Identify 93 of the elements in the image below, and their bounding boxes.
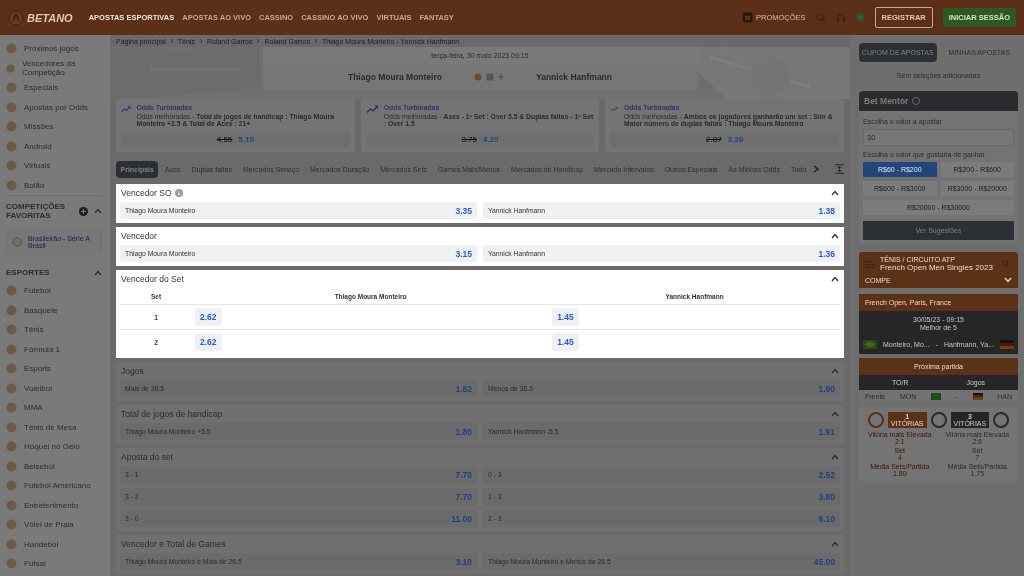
dot-icon bbox=[6, 441, 17, 453]
trending-up-icon bbox=[365, 104, 378, 114]
mentor-title: Bet Mentor bbox=[864, 96, 909, 106]
ring-icon bbox=[992, 411, 1011, 429]
flag-icon bbox=[863, 340, 877, 349]
sidebar-item[interactable]: Futebol Americano bbox=[24, 481, 91, 491]
dot-icon bbox=[6, 480, 17, 492]
sidebar-item[interactable]: Handebol bbox=[24, 539, 59, 549]
market-title: Jogos bbox=[121, 366, 144, 376]
stats-icon[interactable] bbox=[485, 73, 494, 81]
ball-icon bbox=[12, 237, 22, 247]
next-icon[interactable] bbox=[812, 165, 819, 173]
dot-icon bbox=[6, 363, 17, 375]
ring-icon bbox=[929, 411, 948, 429]
dot-icon bbox=[6, 421, 17, 433]
dot-icon bbox=[6, 285, 17, 297]
market-title: Vencedor do Set bbox=[121, 274, 184, 284]
odds-button[interactable]: 2.62 bbox=[195, 308, 222, 326]
sidebar-item[interactable]: Esports bbox=[24, 364, 52, 374]
odds-button[interactable]: 2.62 bbox=[195, 333, 222, 351]
collapse-icon[interactable] bbox=[835, 164, 844, 174]
logo-icon[interactable] bbox=[8, 9, 24, 26]
dot-icon bbox=[6, 140, 17, 152]
chevron-icon[interactable] bbox=[831, 190, 839, 196]
dot-icon bbox=[6, 343, 17, 355]
dot-icon bbox=[6, 402, 17, 414]
dot-icon bbox=[6, 160, 17, 172]
dot-icon bbox=[6, 460, 17, 472]
dot-icon bbox=[6, 382, 17, 394]
info-icon[interactable] bbox=[912, 97, 921, 105]
dot-icon bbox=[6, 179, 17, 191]
dot-icon bbox=[6, 519, 17, 531]
sidebar-item[interactable]: Próximos jogos bbox=[24, 44, 79, 54]
flag-icon bbox=[999, 340, 1014, 349]
team-name: Thiago Moura Monteiro bbox=[348, 72, 442, 82]
chevron-icon bbox=[169, 38, 174, 44]
sidebar-item[interactable]: Fórmula 1 bbox=[24, 344, 60, 354]
sidebar-item[interactable]: Futebol bbox=[24, 286, 51, 296]
odds-button[interactable]: 1.45 bbox=[552, 333, 579, 351]
market-title: Aposta do set bbox=[121, 452, 173, 462]
trending-up-icon bbox=[610, 104, 619, 114]
trending-up-icon bbox=[121, 104, 131, 114]
chevron-icon[interactable] bbox=[831, 276, 839, 282]
info-icon[interactable] bbox=[174, 189, 183, 197]
dot-icon bbox=[6, 43, 17, 55]
sidebar-item[interactable]: Especiais bbox=[24, 83, 59, 93]
sidebar-item[interactable]: Android bbox=[24, 141, 52, 151]
sidebar-item[interactable]: Futsal bbox=[24, 559, 46, 569]
dot-icon bbox=[6, 558, 17, 570]
market-title: Vencedor bbox=[121, 231, 157, 241]
market-title: Total de jogos de handicap bbox=[121, 409, 223, 419]
sidebar-item[interactable]: Vôlei de Praia bbox=[24, 520, 74, 530]
chevron-icon bbox=[314, 38, 318, 44]
sidebar-item[interactable]: MMA bbox=[24, 403, 43, 413]
sidebar-item[interactable]: Bolão bbox=[24, 180, 45, 190]
odds-button[interactable]: 4.55 5.10 bbox=[121, 131, 350, 148]
logo[interactable]: BETANO bbox=[27, 11, 73, 24]
sidebar-item[interactable]: Entretenimento bbox=[24, 500, 79, 510]
odds-button[interactable]: 3.75 4.20 bbox=[365, 131, 595, 148]
market-title: Vencedor SO bbox=[121, 188, 172, 198]
ring-icon bbox=[866, 411, 885, 429]
dot-icon bbox=[6, 499, 17, 511]
odds-button[interactable]: 1.45 bbox=[552, 308, 579, 326]
dot-icon bbox=[6, 82, 17, 94]
sidebar-item[interactable]: Missões bbox=[24, 122, 54, 132]
dot-icon bbox=[6, 538, 17, 550]
dot-icon bbox=[6, 121, 17, 133]
sidebar-item[interactable]: Tênis de Mesa bbox=[24, 422, 77, 432]
sidebar-item[interactable]: Vencedores da Competição bbox=[21, 59, 102, 78]
sidebar-item[interactable]: Basquete bbox=[24, 305, 58, 315]
dot-icon bbox=[6, 62, 15, 74]
dot-icon bbox=[6, 324, 17, 336]
odds-button[interactable]: 2.87 3.20 bbox=[610, 131, 839, 148]
flag-icon bbox=[930, 393, 941, 400]
team-name: Yannick Hanfmann bbox=[535, 72, 612, 82]
sidebar-item[interactable]: Tênis bbox=[24, 325, 44, 335]
sidebar-item[interactable]: Hóquei no Gelo bbox=[24, 442, 80, 452]
lightning-icon[interactable] bbox=[497, 73, 504, 81]
section-title: ESPORTES bbox=[6, 268, 50, 277]
flag-icon bbox=[972, 393, 983, 400]
chevron-icon[interactable] bbox=[831, 233, 839, 239]
section-title: COMPETIÇÕES FAVORITAS bbox=[6, 202, 67, 220]
sidebar-item[interactable]: Beisebol bbox=[24, 461, 55, 471]
chevron-icon bbox=[198, 38, 203, 44]
widget-competition: French Open Men Singles 2023 bbox=[880, 263, 994, 272]
gift-icon[interactable] bbox=[741, 12, 753, 23]
dot-icon bbox=[6, 101, 17, 113]
dot-icon bbox=[6, 304, 17, 316]
sidebar-item[interactable]: Voleibol bbox=[24, 383, 53, 393]
chevron-icon bbox=[256, 38, 261, 44]
sidebar-item[interactable]: Virtuais bbox=[24, 161, 51, 171]
add-icon[interactable] bbox=[79, 206, 88, 216]
ball-icon bbox=[473, 73, 482, 81]
